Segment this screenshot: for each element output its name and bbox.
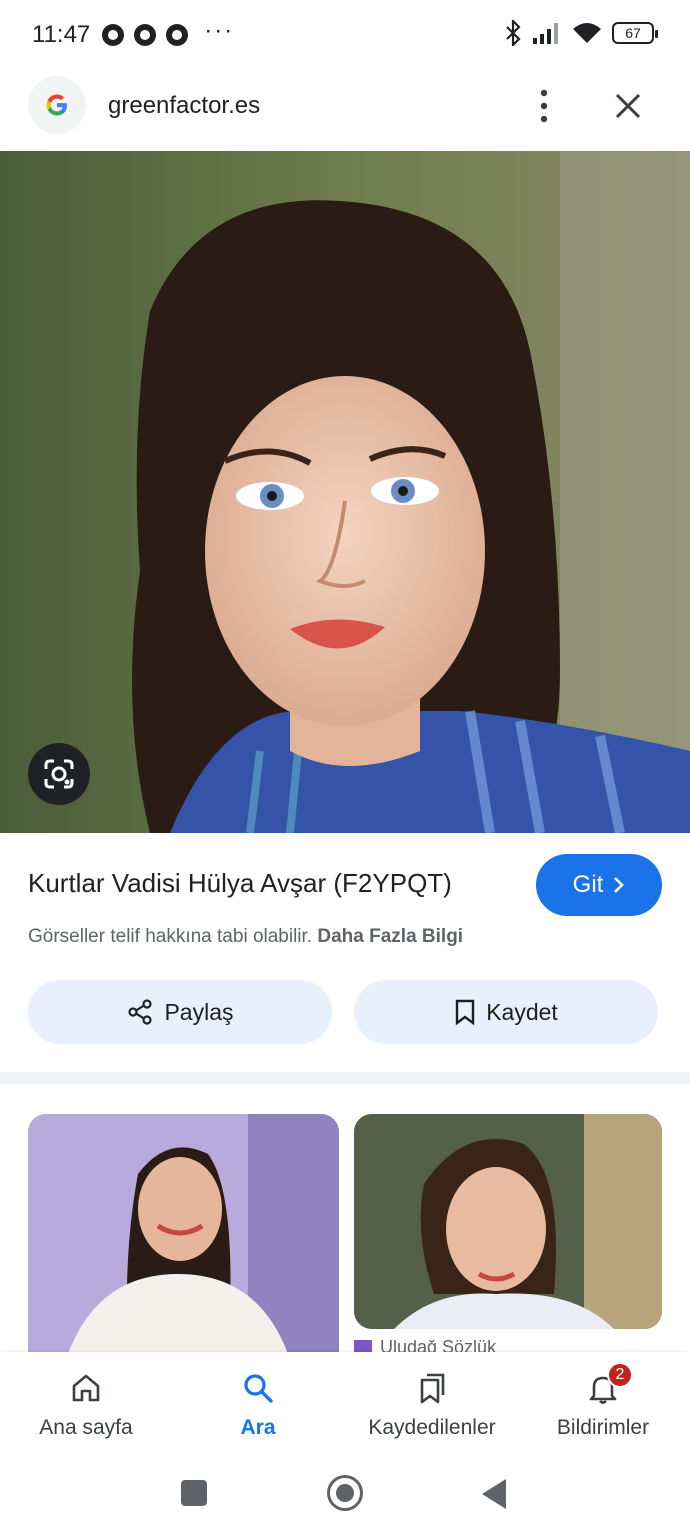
- go-button[interactable]: Git: [536, 854, 662, 916]
- site-name[interactable]: greenfactor.es: [108, 92, 260, 120]
- lens-icon: [44, 759, 74, 789]
- share-button[interactable]: Paylaş: [28, 980, 332, 1044]
- copyright-text: Görseller telif hakkına tabi olabilir.: [28, 926, 313, 947]
- nav-label: Bildirimler: [556, 1416, 650, 1439]
- chrome-notification-icon: [102, 24, 125, 46]
- system-nav: [0, 1458, 690, 1533]
- nav-item-saved[interactable]: Kaydedilenler: [362, 1370, 502, 1440]
- related-photo: [28, 1114, 339, 1354]
- copyright-notice: Görseller telif hakkına tabi olabilir. D…: [28, 926, 463, 948]
- bookmark-icon: [455, 999, 475, 1025]
- notification-icon-wrap: 2: [585, 1362, 633, 1406]
- section-divider: [0, 1072, 690, 1084]
- related-photo: [354, 1114, 662, 1329]
- more-vert-icon[interactable]: [530, 88, 558, 124]
- home-button[interactable]: [327, 1475, 363, 1511]
- nav-item-home[interactable]: Ana sayfa: [36, 1370, 136, 1440]
- bookmarks-icon: [420, 1373, 445, 1404]
- portrait-image: [0, 151, 690, 833]
- related-image[interactable]: [28, 1114, 339, 1354]
- nav-label: Kaydedilenler: [368, 1416, 496, 1439]
- status-more: ···: [204, 17, 235, 44]
- close-icon[interactable]: [608, 86, 648, 126]
- google-g-icon[interactable]: [28, 76, 86, 134]
- bluetooth-icon: [506, 20, 521, 46]
- nav-label: Ana sayfa: [39, 1416, 133, 1439]
- status-time: 11:47: [32, 21, 91, 48]
- result-title: Kurtlar Vadisi Hülya Avşar (F2YPQT): [28, 868, 452, 898]
- signal-icon: [533, 23, 558, 44]
- related-image[interactable]: [354, 1114, 662, 1329]
- recent-apps-button[interactable]: [181, 1480, 207, 1506]
- nav-item-notifications[interactable]: 2 Bildirimler: [550, 1362, 656, 1440]
- chrome-notification-icon: [166, 24, 189, 46]
- share-icon: [128, 999, 153, 1025]
- top-bar: greenfactor.es: [0, 70, 690, 150]
- save-label: Kaydet: [486, 998, 558, 1025]
- share-label: Paylaş: [164, 998, 234, 1025]
- bottom-nav: Ana sayfa Ara Kaydedilenler 2 Bildirimle…: [0, 1352, 690, 1458]
- main-image[interactable]: [0, 151, 690, 833]
- home-icon: [72, 1374, 100, 1402]
- save-button[interactable]: Kaydet: [354, 980, 658, 1044]
- notification-badge: 2: [607, 1362, 633, 1388]
- nav-item-search[interactable]: Ara: [218, 1370, 298, 1440]
- battery-level: 67: [625, 25, 641, 41]
- status-bar: 11:47 ··· 67: [0, 0, 690, 70]
- search-icon: [244, 1374, 273, 1403]
- go-button-label: Git: [572, 871, 604, 898]
- nav-label: Ara: [240, 1416, 276, 1439]
- chrome-notification-icon: [134, 24, 157, 46]
- chevron-right-icon: [614, 877, 625, 893]
- wifi-icon: [573, 23, 601, 43]
- status-right: 67: [504, 20, 658, 46]
- battery-icon: 67: [612, 22, 658, 44]
- back-button[interactable]: [482, 1479, 506, 1509]
- more-info-link[interactable]: Daha Fazla Bilgi: [317, 926, 463, 947]
- lens-search-button[interactable]: [28, 743, 90, 805]
